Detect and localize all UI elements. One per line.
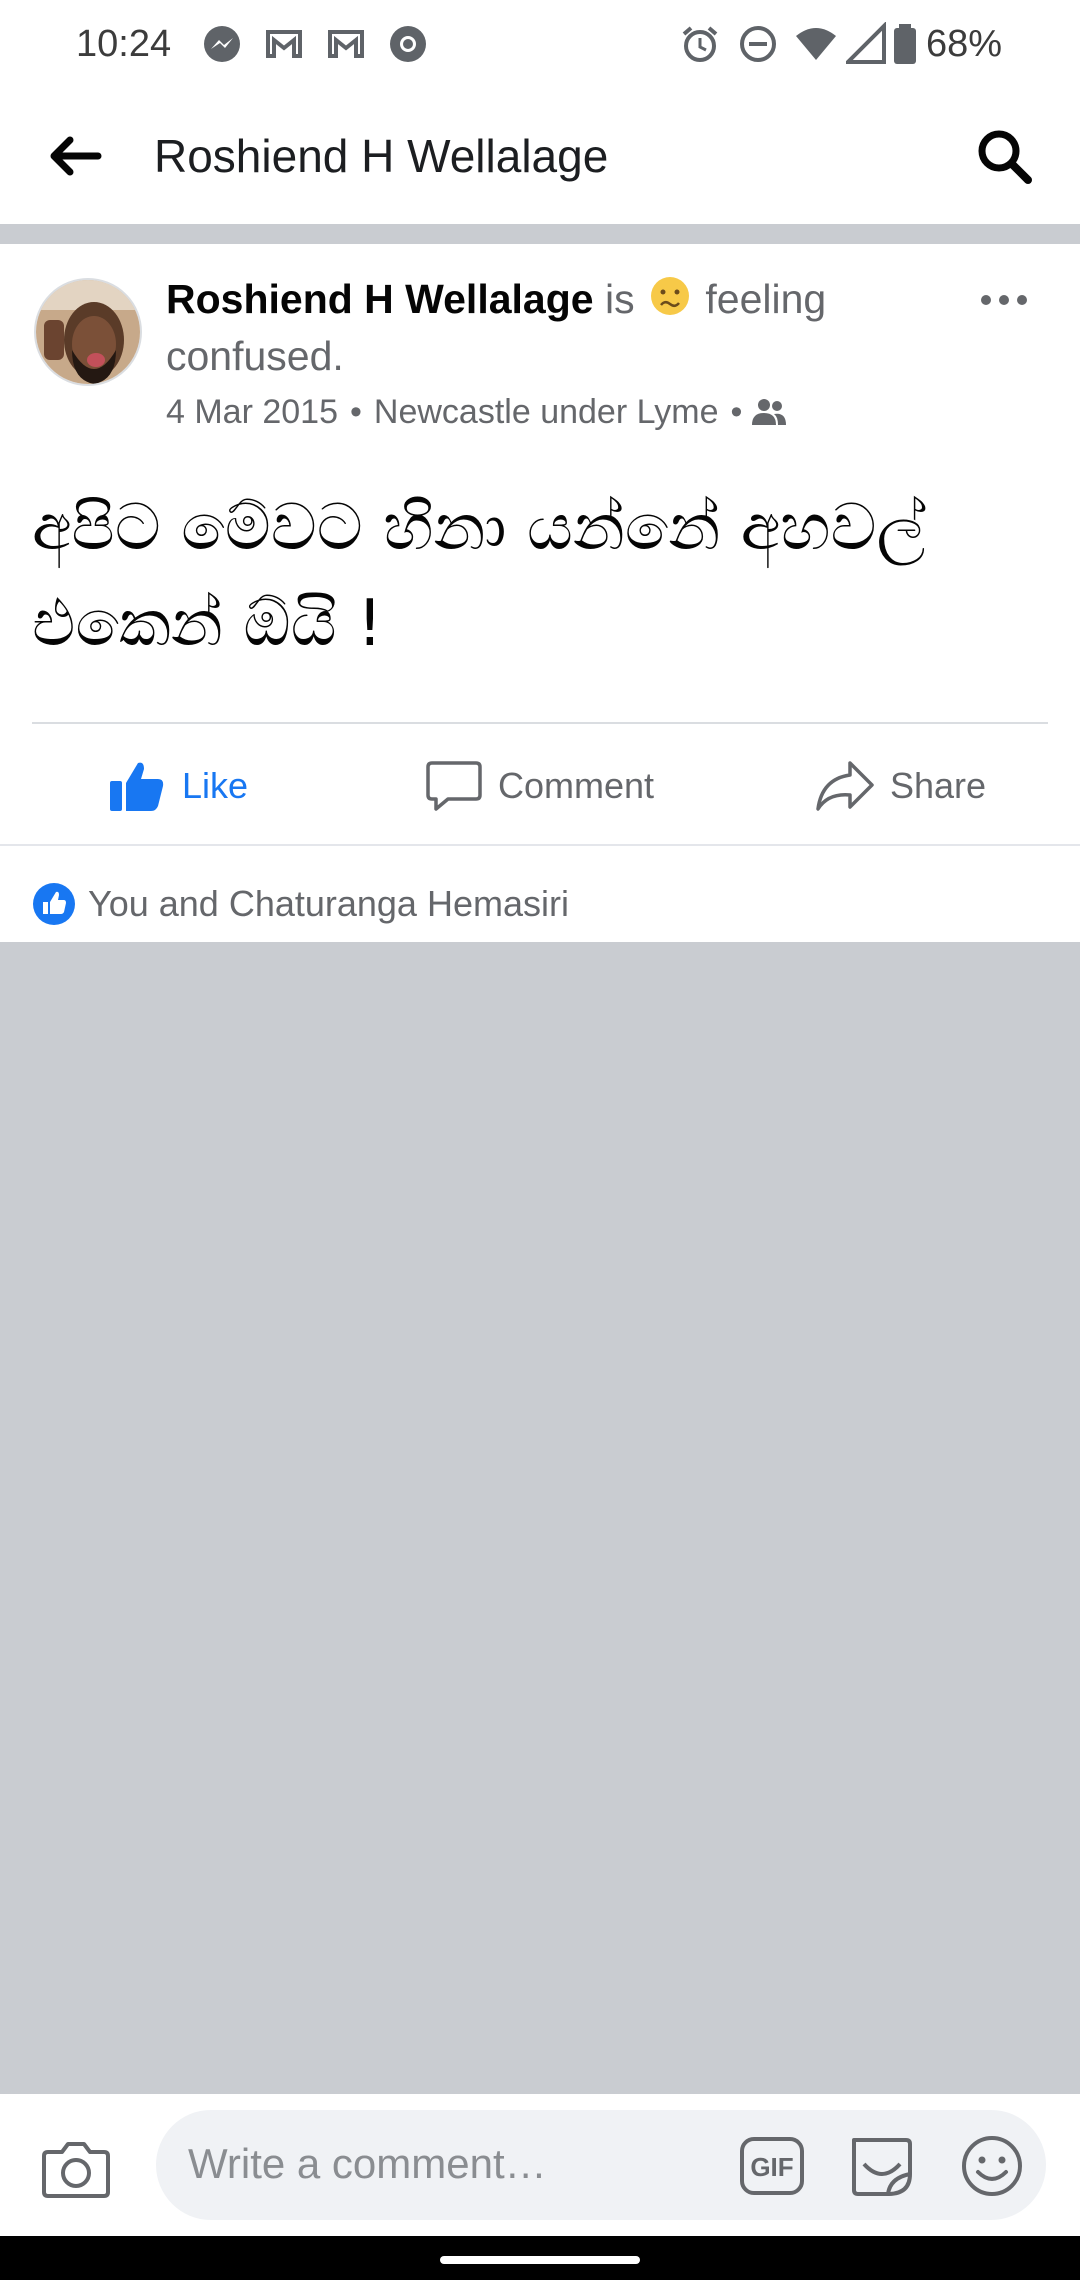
- post-location[interactable]: Newcastle under Lyme: [374, 386, 719, 438]
- friends-audience-icon: [750, 397, 788, 427]
- search-button[interactable]: [964, 112, 1044, 200]
- divider: [32, 722, 1048, 724]
- post-author-line: Roshiend H Wellalage is feeling confused…: [166, 272, 966, 383]
- battery-percentage: 68%: [926, 23, 1003, 65]
- arrow-left-icon: [50, 136, 102, 176]
- back-button[interactable]: [40, 112, 112, 200]
- like-button[interactable]: Like: [108, 736, 248, 836]
- gmail-icon: [262, 22, 306, 66]
- messenger-icon: [200, 22, 244, 66]
- signal-icon: [843, 21, 890, 66]
- emoji-button[interactable]: [956, 2130, 1028, 2202]
- thumbs-up-icon: [110, 762, 164, 811]
- meta-separator: •: [350, 393, 362, 431]
- camera-icon: [42, 2142, 110, 2198]
- wifi-icon: [794, 22, 838, 66]
- home-indicator[interactable]: [440, 2256, 640, 2264]
- like-reaction-icon: [32, 882, 76, 926]
- post-text: අපිට මේවට හිනා යන්නේ අහවල් එකෙන් ඕයි !: [32, 491, 926, 661]
- reactions-summary[interactable]: You and Chaturanga Hemasiri: [32, 876, 569, 932]
- like-label: Like: [182, 765, 249, 806]
- gif-icon: GIF: [740, 2137, 804, 2195]
- confused-emoji-icon: [650, 275, 690, 329]
- page-title: Roshiend H Wellalage: [154, 130, 609, 182]
- more-icon: [981, 295, 1027, 305]
- divider: [0, 844, 1080, 846]
- share-icon: [816, 761, 874, 811]
- profile-photo: [36, 280, 140, 384]
- author-name[interactable]: Roshiend H Wellalage: [166, 276, 594, 322]
- sticker-button[interactable]: [846, 2130, 918, 2202]
- dnd-icon: [736, 22, 780, 66]
- gmail-icon: [324, 22, 368, 66]
- search-icon: [978, 130, 1032, 184]
- share-label: Share: [890, 765, 987, 806]
- is-text: is: [604, 276, 635, 322]
- reactions-text: You and Chaturanga Hemasiri: [88, 883, 569, 924]
- status-time: 10:24: [76, 23, 172, 65]
- content-placeholder: [0, 942, 1080, 2094]
- comment-icon: [426, 761, 482, 811]
- comment-label: Comment: [498, 765, 655, 806]
- section-divider: [0, 224, 1080, 244]
- meta-separator: •: [730, 393, 743, 431]
- sticker-icon: [852, 2138, 912, 2196]
- camera-button[interactable]: [38, 2130, 114, 2206]
- chrome-icon: [386, 22, 430, 66]
- gif-label: GIF: [750, 2152, 793, 2182]
- alarm-icon: [678, 22, 722, 66]
- share-button[interactable]: Share: [816, 736, 986, 836]
- emoji-icon: [962, 2136, 1022, 2196]
- comment-button[interactable]: Comment: [426, 736, 654, 836]
- post-meta: 4 Mar 2015 • Newcastle under Lyme •: [166, 386, 788, 438]
- post-date[interactable]: 4 Mar 2015: [166, 386, 338, 438]
- post-options-button[interactable]: [972, 276, 1036, 324]
- gif-button[interactable]: GIF: [736, 2130, 808, 2202]
- avatar[interactable]: [34, 278, 142, 386]
- comment-placeholder: Write a comment…: [188, 2140, 547, 2187]
